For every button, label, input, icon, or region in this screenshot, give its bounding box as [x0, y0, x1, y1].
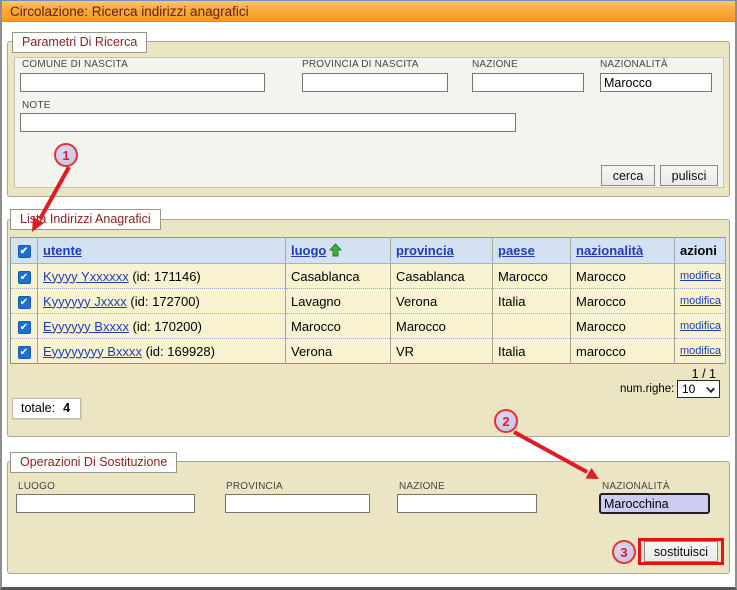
cell-nazionalita: Marocco	[571, 289, 675, 314]
totale-value: 4	[63, 401, 70, 415]
user-link[interactable]: Kyyyyyy Jxxxx	[43, 294, 127, 309]
row-checkbox[interactable]: ✔	[18, 321, 31, 334]
sub-provincia-input[interactable]	[225, 494, 370, 513]
num-righe-value: 10	[682, 382, 695, 396]
table-row: ✔ Eyyyyyyyy Bxxxx (id: 169928) Verona VR…	[11, 339, 726, 364]
user-id: (id: 172700)	[130, 294, 199, 309]
user-link[interactable]: Eyyyyyyyy Bxxxx	[43, 344, 142, 359]
table-row: ✔ Kyyyy Yxxxxxx (id: 171146) Casablanca …	[11, 264, 726, 289]
page-indicator: 1 / 1	[692, 367, 716, 381]
user-link[interactable]: Kyyyy Yxxxxxx	[43, 269, 129, 284]
sub-provincia-label: PROVINCIA	[226, 481, 283, 492]
nazionalita-input[interactable]	[600, 73, 712, 92]
results-table: ✔ utente luogo provincia paese nazionali…	[10, 237, 726, 364]
cell-nazionalita: Marocco	[571, 264, 675, 289]
num-righe-label: num.righe:	[620, 383, 674, 395]
cell-luogo: Casablanca	[286, 264, 391, 289]
modifica-link[interactable]: modifica	[680, 345, 721, 357]
provincia-di-nascita-label: PROVINCIA DI NASCITA	[302, 59, 419, 70]
cell-nazionalita: marocco	[571, 339, 675, 364]
cell-luogo: Lavagno	[286, 289, 391, 314]
pulisci-button[interactable]: pulisci	[660, 165, 718, 186]
cell-provincia: Marocco	[391, 314, 493, 339]
column-header-nazionalita[interactable]: nazionalità	[576, 243, 643, 258]
cell-paese	[493, 314, 571, 339]
annotation-step-1: 1	[54, 143, 78, 167]
sub-luogo-label: LUOGO	[18, 481, 55, 492]
table-row: ✔ Kyyyyyy Jxxxx (id: 172700) Lavagno Ver…	[11, 289, 726, 314]
cell-luogo: Verona	[286, 339, 391, 364]
row-checkbox[interactable]: ✔	[18, 271, 31, 284]
comune-di-nascita-label: COMUNE DI NASCITA	[22, 59, 128, 70]
sort-ascending-icon	[329, 243, 342, 257]
user-id: (id: 171146)	[132, 269, 200, 284]
totale-box: totale: 4	[12, 398, 81, 419]
cell-paese: Italia	[493, 289, 571, 314]
cell-paese: Italia	[493, 339, 571, 364]
cerca-button[interactable]: cerca	[601, 165, 655, 186]
sub-luogo-input[interactable]	[16, 494, 195, 513]
cell-luogo: Marocco	[286, 314, 391, 339]
modifica-link[interactable]: modifica	[680, 270, 721, 282]
note-input[interactable]	[20, 113, 516, 132]
annotation-step-2: 2	[494, 409, 518, 433]
search-legend: Parametri Di Ricerca	[12, 32, 147, 53]
comune-di-nascita-input[interactable]	[20, 73, 265, 92]
nazionalita-label: NAZIONALITÀ	[600, 59, 668, 70]
column-header-luogo[interactable]: luogo	[291, 243, 326, 258]
table-row: ✔ Eyyyyyy Bxxxx (id: 170200) Marocco Mar…	[11, 314, 726, 339]
user-id: (id: 169928)	[146, 344, 215, 359]
note-label: NOTE	[22, 100, 51, 111]
cell-provincia: Casablanca	[391, 264, 493, 289]
user-link[interactable]: Eyyyyyy Bxxxx	[43, 319, 129, 334]
cell-provincia: Verona	[391, 289, 493, 314]
annotation-step-3: 3	[612, 540, 636, 564]
totale-label: totale:	[21, 401, 55, 415]
nazione-label: NAZIONE	[472, 59, 518, 70]
window-title: Circolazione: Ricerca indirizzi anagrafi…	[2, 1, 735, 22]
nazione-input[interactable]	[472, 73, 584, 92]
select-all-checkbox[interactable]: ✔	[18, 245, 31, 258]
column-header-azioni: azioni	[675, 238, 726, 264]
column-header-paese[interactable]: paese	[498, 243, 535, 258]
sub-nazione-input[interactable]	[397, 494, 537, 513]
cell-paese: Marocco	[493, 264, 571, 289]
modifica-link[interactable]: modifica	[680, 320, 721, 332]
cell-nazionalita: Marocco	[571, 314, 675, 339]
app-window: Circolazione: Ricerca indirizzi anagrafi…	[0, 0, 737, 590]
sostituisci-button[interactable]: sostituisci	[644, 541, 718, 562]
substitution-legend: Operazioni Di Sostituzione	[10, 452, 177, 473]
row-checkbox[interactable]: ✔	[18, 296, 31, 309]
sub-nazionalita-input[interactable]	[599, 493, 710, 514]
chevron-down-icon	[706, 384, 715, 393]
column-header-provincia[interactable]: provincia	[396, 243, 454, 258]
modifica-link[interactable]: modifica	[680, 295, 721, 307]
provincia-di-nascita-input[interactable]	[302, 73, 448, 92]
list-legend: Lista Indirizzi Anagrafici	[10, 209, 161, 230]
column-header-utente[interactable]: utente	[43, 243, 82, 258]
sub-nazionalita-label: NAZIONALITÀ	[602, 481, 670, 492]
table-header-row: ✔ utente luogo provincia paese nazionali…	[11, 238, 726, 264]
user-id: (id: 170200)	[133, 319, 202, 334]
sub-nazione-label: NAZIONE	[399, 481, 445, 492]
row-checkbox[interactable]: ✔	[18, 346, 31, 359]
cell-provincia: VR	[391, 339, 493, 364]
num-righe-select[interactable]: 10	[677, 380, 720, 398]
